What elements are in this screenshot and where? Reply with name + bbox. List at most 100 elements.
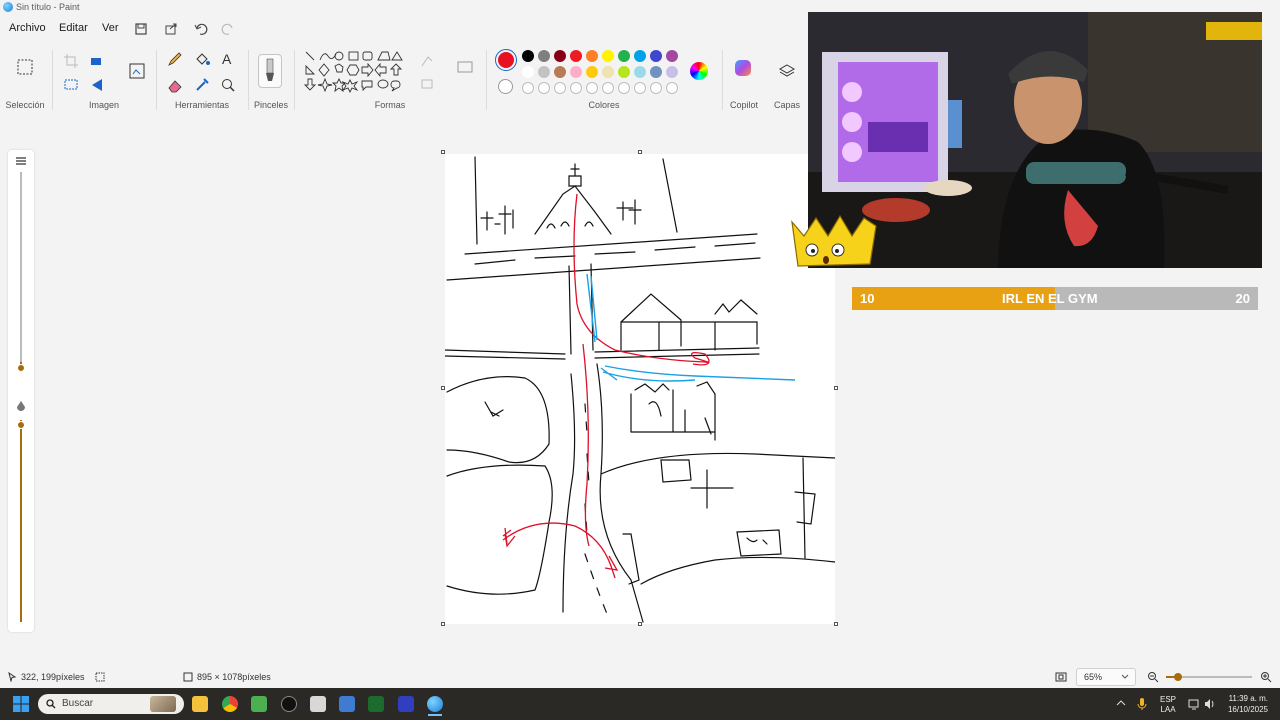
opacity-slider-track[interactable] [20, 420, 22, 622]
share-icon[interactable] [162, 20, 180, 38]
color-swatch[interactable] [522, 50, 534, 62]
redo-icon[interactable] [219, 20, 237, 38]
color-swatch[interactable] [634, 66, 646, 78]
color-swatch[interactable] [666, 50, 678, 62]
group-label-copilot: Copilot [729, 100, 758, 110]
calculator-icon[interactable] [339, 696, 355, 712]
color-swatch[interactable] [538, 66, 550, 78]
active-app-indicator [428, 714, 442, 716]
taskbar-search[interactable]: Buscar [38, 694, 184, 714]
zoom-slider-thumb[interactable] [1174, 673, 1182, 681]
resize-handle-left[interactable] [441, 386, 445, 390]
image-effects-icon[interactable] [62, 76, 80, 94]
zoom-out-icon[interactable] [1147, 671, 1159, 683]
chrome-icon[interactable] [222, 696, 238, 712]
color-swatch[interactable] [602, 66, 614, 78]
copilot-icon[interactable] [735, 60, 751, 76]
resize-handle-bottom[interactable] [638, 622, 642, 626]
custom-color-slot[interactable] [570, 82, 582, 94]
resize-handle-bottom-left[interactable] [441, 622, 445, 626]
color-swatch[interactable] [586, 50, 598, 62]
color-swatch[interactable] [666, 66, 678, 78]
custom-color-slot[interactable] [602, 82, 614, 94]
custom-color-slot[interactable] [618, 82, 630, 94]
goal-end-value: 20 [1235, 291, 1250, 306]
language-indicator[interactable]: ESP LAA [1160, 695, 1176, 715]
g-hub-icon[interactable] [281, 696, 297, 712]
color-swatch[interactable] [570, 50, 582, 62]
menu-ver[interactable]: Ver [102, 22, 119, 34]
custom-color-slot[interactable] [522, 82, 534, 94]
outline-fill-icon[interactable] [418, 52, 442, 92]
color-swatch[interactable] [522, 66, 534, 78]
custom-color-slot[interactable] [650, 82, 662, 94]
resize-handle-top-left[interactable] [441, 150, 445, 154]
primary-color-button[interactable] [495, 49, 517, 71]
paint-app-icon [3, 2, 13, 12]
fit-to-window-icon[interactable] [1055, 671, 1067, 683]
color-swatch[interactable] [634, 50, 646, 62]
paint-taskbar-icon[interactable] [427, 696, 443, 712]
shape-options-icon[interactable] [456, 58, 474, 76]
color-picker-icon[interactable] [193, 76, 211, 94]
magnifier-icon[interactable] [219, 76, 237, 94]
color-swatch[interactable] [570, 66, 582, 78]
resize-icon[interactable] [88, 52, 106, 70]
ribbon-separator [722, 50, 723, 110]
color-swatch[interactable] [586, 66, 598, 78]
save-icon[interactable] [132, 20, 150, 38]
color-swatch[interactable] [650, 50, 662, 62]
opacity-slider-thumb[interactable] [17, 421, 25, 429]
menu-editar[interactable]: Editar [59, 22, 88, 34]
zoom-in-icon[interactable] [1260, 671, 1272, 683]
app-icon[interactable] [310, 696, 326, 712]
fill-icon[interactable] [193, 50, 211, 68]
file-explorer-icon[interactable] [192, 696, 208, 712]
shapes-gallery[interactable] [302, 50, 410, 98]
image-select-icon[interactable] [128, 62, 146, 80]
crop-icon[interactable] [62, 52, 80, 70]
windows-start-icon[interactable] [12, 695, 30, 713]
size-slider-thumb[interactable] [17, 364, 25, 372]
minecraft-icon[interactable] [251, 696, 267, 712]
brush-button[interactable] [258, 54, 282, 88]
network-icon[interactable] [1188, 698, 1200, 710]
color-swatch[interactable] [618, 66, 630, 78]
microphone-icon[interactable] [1137, 697, 1147, 711]
color-swatch[interactable] [602, 50, 614, 62]
chevron-up-icon[interactable] [1116, 699, 1126, 707]
secondary-color-button[interactable] [498, 79, 513, 94]
eraser-icon[interactable] [166, 76, 184, 94]
selection-icon[interactable] [16, 58, 34, 76]
pencil-icon[interactable] [166, 50, 184, 68]
color-swatch[interactable] [538, 50, 550, 62]
size-slider-track[interactable] [20, 172, 22, 372]
menu-archivo[interactable]: Archivo [9, 22, 46, 34]
edit-colors-icon[interactable] [690, 62, 708, 80]
text-tool-icon[interactable]: A [222, 51, 231, 67]
resize-handle-top[interactable] [638, 150, 642, 154]
custom-color-slot[interactable] [586, 82, 598, 94]
layers-icon[interactable] [778, 62, 796, 80]
selection-size-icon [95, 672, 105, 682]
undo-icon[interactable] [192, 20, 210, 38]
drawing-canvas[interactable] [444, 154, 836, 624]
group-label-seleccion: Selección [5, 100, 45, 110]
rotate-icon[interactable] [88, 76, 106, 94]
resize-handle-bottom-right[interactable] [834, 622, 838, 626]
zoom-select[interactable]: 65% [1076, 668, 1136, 686]
media-player-icon[interactable] [368, 696, 384, 712]
custom-color-slot[interactable] [554, 82, 566, 94]
custom-color-slot[interactable] [634, 82, 646, 94]
clock[interactable]: 11:39 a. m. 16/10/2025 [1224, 693, 1268, 715]
color-swatch[interactable] [554, 50, 566, 62]
ribbon-separator [156, 50, 157, 110]
color-swatch[interactable] [554, 66, 566, 78]
color-swatch[interactable] [618, 50, 630, 62]
resize-handle-right[interactable] [834, 386, 838, 390]
custom-color-slot[interactable] [666, 82, 678, 94]
v-app-icon[interactable] [398, 696, 414, 712]
custom-color-slot[interactable] [538, 82, 550, 94]
volume-icon[interactable] [1204, 698, 1216, 710]
color-swatch[interactable] [650, 66, 662, 78]
